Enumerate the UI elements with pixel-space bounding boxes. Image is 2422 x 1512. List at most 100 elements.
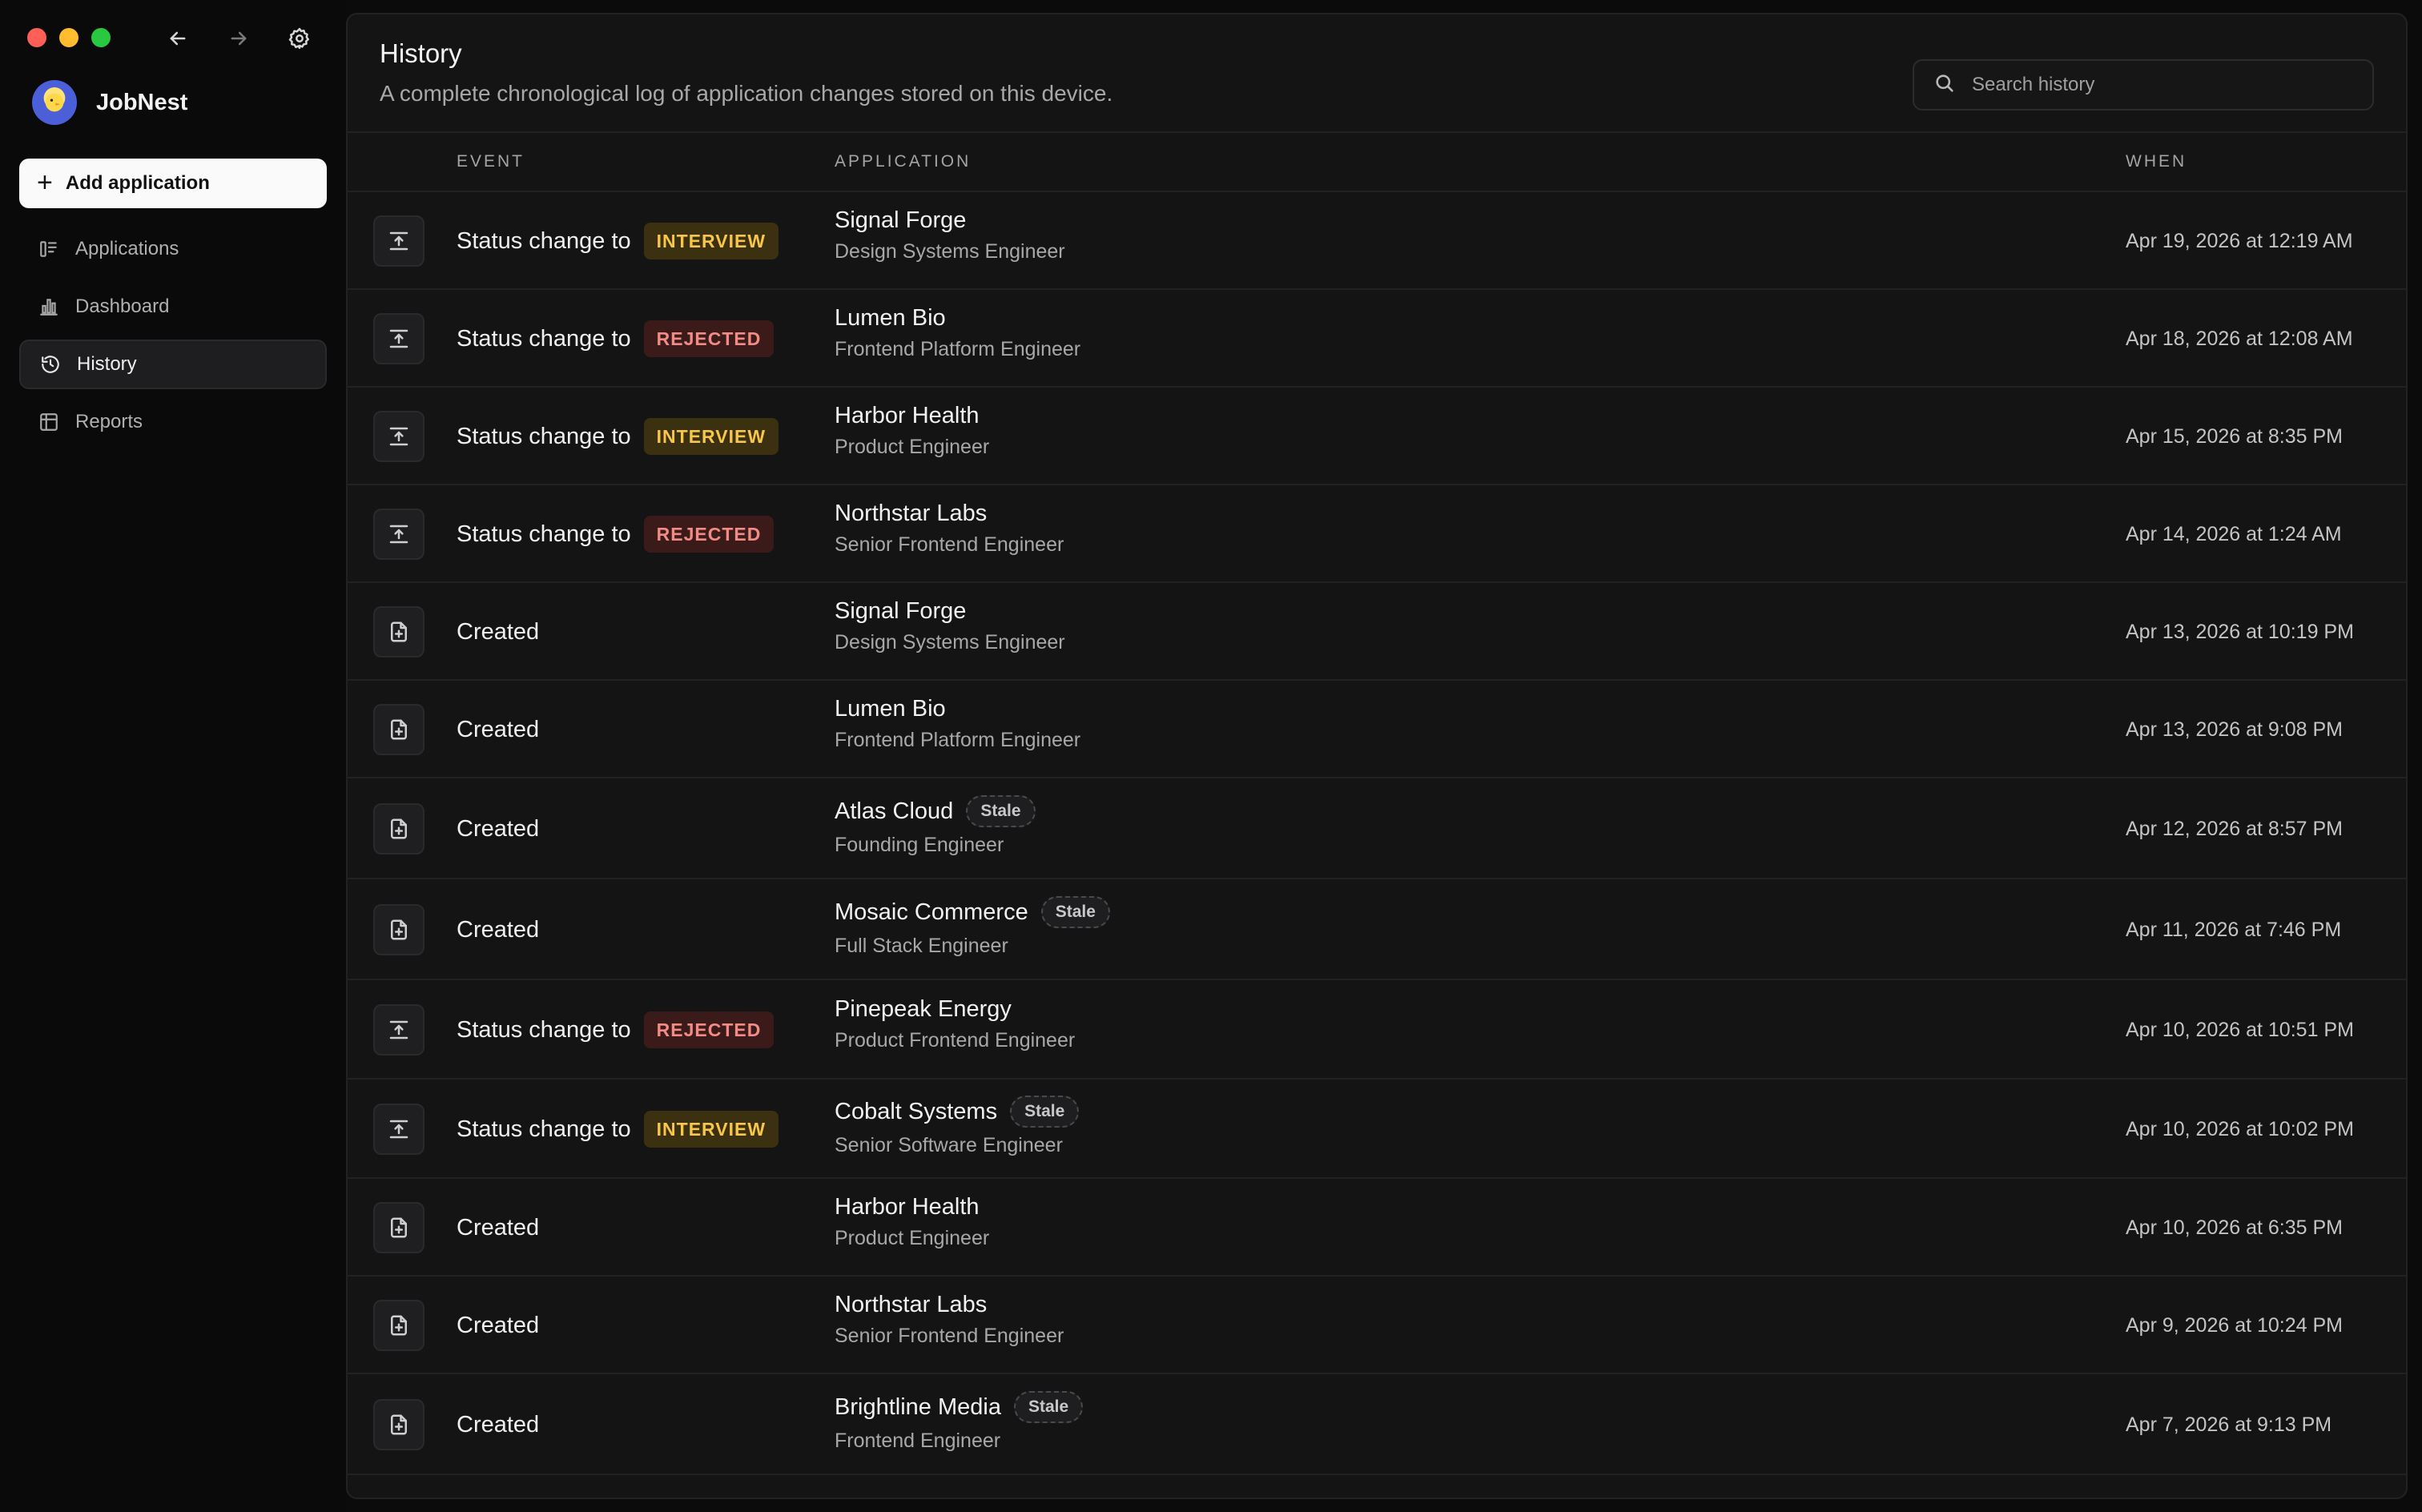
company-name: Northstar Labs [835,1292,988,1317]
job-role: Founding Engineer [835,834,1004,856]
company-name-row: Signal Forge [835,598,1065,625]
application-cell: Harbor Health Product Engineer [835,403,989,459]
company-name-row: Signal Forge [835,207,1065,234]
application-cell: Signal Forge Design Systems Engineer [835,207,1065,263]
page-subtitle: A complete chronological log of applicat… [380,81,1113,106]
timestamp: Apr 10, 2026 at 6:35 PM [2126,1216,2344,1239]
document-plus-icon [373,1202,424,1253]
event-label: Status change to [457,521,631,547]
company-name-row: Brightline Media Stale [835,1391,1084,1423]
event-cell: Status change to REJECTED [457,320,774,357]
sidebar-item-label: Dashboard [75,296,170,317]
timestamp: Apr 14, 2026 at 1:24 AM [2126,523,2342,545]
company-name: Harbor Health [835,1194,980,1220]
company-name: Harbor Health [835,403,980,428]
document-plus-icon [373,803,424,855]
sidebar-item-label: Applications [75,238,179,259]
document-plus-icon [373,1300,424,1351]
job-role: Product Frontend Engineer [835,1029,1076,1052]
gear-icon[interactable] [282,21,317,56]
timestamp: Apr 15, 2026 at 8:35 PM [2126,425,2344,448]
event-label: Created [457,815,540,842]
application-cell: Brightline Media Stale Frontend Engineer [835,1391,1084,1453]
sidebar-item-history[interactable]: History [19,340,327,389]
status-change-icon [373,1104,424,1155]
event-label: Status change to [457,1116,631,1142]
table-row[interactable]: Status change to REJECTED Lumen Bio Fronten… [348,290,2406,388]
event-cell: Created [457,810,539,847]
timestamp: Apr 11, 2026 at 7:46 PM [2126,919,2342,941]
table-row[interactable]: Status change to REJECTED Northstar Labs Se… [348,485,2406,583]
arrow-right-icon[interactable] [221,21,256,56]
page-header: History A complete chronological log of … [348,14,2406,133]
sidebar-item-label: Reports [75,411,143,432]
table-row[interactable]: Created Harbor Health Product Engineer Apr … [348,1179,2406,1277]
event-cell: Status change to INTERVIEW [457,1111,779,1148]
status-badge: REJECTED [643,516,774,553]
stale-badge: Stale [966,795,1036,827]
sidebar-item-applications[interactable]: Applications [19,224,327,274]
add-application-button[interactable]: + Add application [19,159,327,208]
arrow-left-icon[interactable] [160,21,195,56]
table-row[interactable]: Created Mosaic Commerce Stale Full Stack En… [348,879,2406,980]
minimize-window-button[interactable] [59,28,78,47]
event-label: Created [457,1214,540,1241]
job-role: Frontend Engineer [835,1430,1001,1452]
sidebar-item-dashboard[interactable]: Dashboard [19,282,327,332]
table-row[interactable]: Created Signal Forge Design Systems Engine… [348,583,2406,681]
company-name: Pinepeak Energy [835,996,1012,1022]
column-header-event: EVENT [457,152,525,171]
history-list: Status change to INTERVIEW Signal Forge Des… [348,192,2406,1475]
zoom-window-button[interactable] [91,28,111,47]
company-name: Cobalt Systems [835,1098,998,1124]
search-input[interactable] [1970,69,2372,101]
app-window: JobNest + Add application Applications D… [0,0,2422,1512]
close-window-button[interactable] [27,28,46,47]
application-cell: Northstar Labs Senior Frontend Engineer [835,1292,1064,1348]
application-cell: Cobalt Systems Stale Senior Software Engin… [835,1096,1080,1157]
column-header-when: WHEN [2126,152,2187,171]
status-badge: REJECTED [643,1011,774,1048]
event-label: Created [457,716,540,742]
table-row[interactable]: Status change to INTERVIEW Cobalt Systems S… [348,1080,2406,1179]
application-cell: Lumen Bio Frontend Platform Engineer [835,696,1080,752]
job-role: Design Systems Engineer [835,631,1065,653]
table-row[interactable]: Status change to REJECTED Pinepeak Energy P… [348,980,2406,1080]
company-name: Lumen Bio [835,696,946,722]
search-box[interactable] [1913,59,2374,111]
table-row[interactable]: Created Atlas Cloud Stale Founding Engineer… [348,778,2406,879]
timestamp: Apr 10, 2026 at 10:02 PM [2126,1118,2354,1140]
application-cell: Pinepeak Energy Product Frontend Engineer [835,996,1075,1052]
company-name-row: Mosaic Commerce Stale [835,896,1110,928]
company-name-row: Harbor Health [835,403,989,429]
company-name-row: Harbor Health [835,1194,989,1220]
application-cell: Atlas Cloud Stale Founding Engineer [835,795,1036,857]
logo-avatar [32,80,77,125]
column-header-application: APPLICATION [835,152,972,171]
application-cell: Signal Forge Design Systems Engineer [835,598,1065,654]
event-cell: Status change to INTERVIEW [457,418,779,455]
event-cell: Created [457,1307,539,1344]
table-row[interactable]: Status change to INTERVIEW Harbor Health Pr… [348,388,2406,485]
sidebar-item-reports[interactable]: Reports [19,397,327,447]
company-name: Northstar Labs [835,501,988,526]
company-name-row: Northstar Labs [835,1292,1064,1318]
job-role: Senior Frontend Engineer [835,533,1064,556]
application-cell: Harbor Health Product Engineer [835,1194,989,1250]
timestamp: Apr 13, 2026 at 10:19 PM [2126,621,2354,643]
event-cell: Created [457,911,539,948]
table-row[interactable]: Created Brightline Media Stale Frontend Eng… [348,1374,2406,1475]
table-icon [37,410,61,434]
application-cell: Mosaic Commerce Stale Full Stack Engineer [835,896,1110,958]
timestamp: Apr 7, 2026 at 9:13 PM [2126,1413,2332,1436]
event-label: Status change to [457,227,631,254]
table-row[interactable]: Status change to INTERVIEW Signal Forge Des… [348,192,2406,290]
company-name: Lumen Bio [835,305,946,331]
job-role: Design Systems Engineer [835,240,1065,263]
table-row[interactable]: Created Northstar Labs Senior Frontend Eng… [348,1277,2406,1374]
job-role: Product Engineer [835,1227,990,1249]
job-role: Frontend Platform Engineer [835,338,1081,360]
company-name-row: Atlas Cloud Stale [835,795,1036,827]
company-name-row: Northstar Labs [835,501,1064,527]
table-row[interactable]: Created Lumen Bio Frontend Platform Engine… [348,681,2406,778]
